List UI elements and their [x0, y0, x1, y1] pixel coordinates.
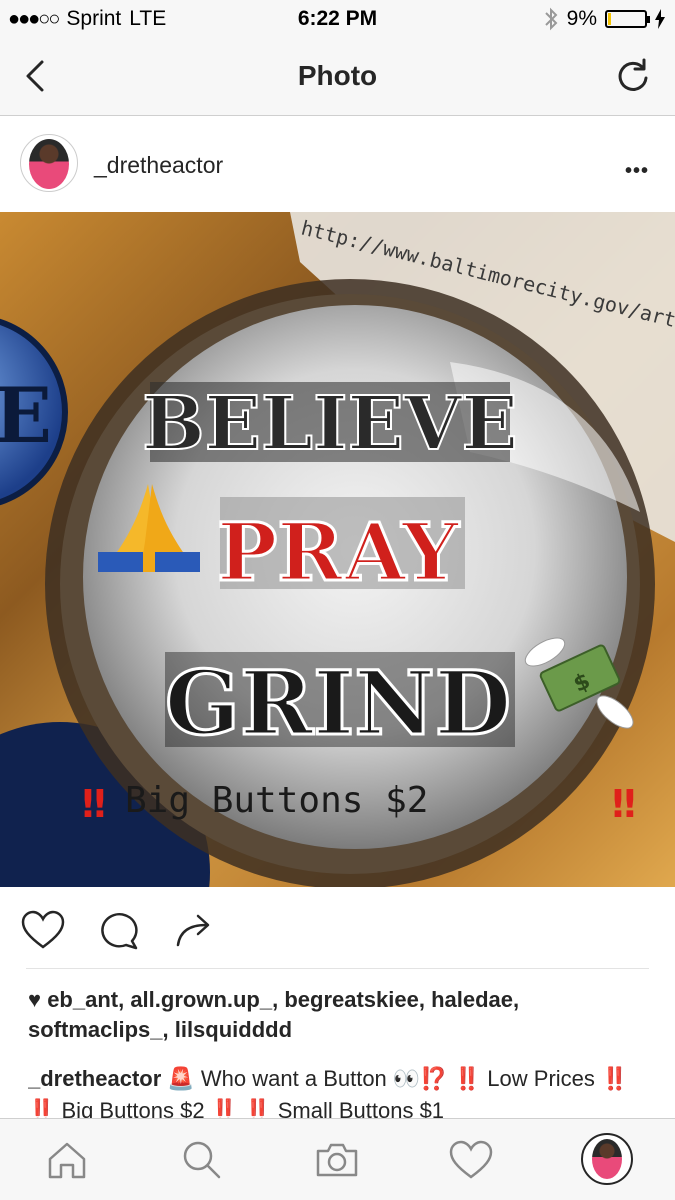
avatar[interactable]	[20, 134, 78, 192]
refresh-icon[interactable]	[613, 56, 653, 96]
profile-tab-avatar[interactable]	[581, 1133, 633, 1185]
tab-bar	[0, 1118, 675, 1200]
battery-percent: 9%	[566, 7, 597, 30]
photo-artwork: http://www.baltimorecity.gov/arts/Cookie…	[0, 212, 675, 887]
post-header: _dretheactor •••	[0, 116, 675, 212]
camera-icon[interactable]	[314, 1137, 360, 1183]
post-actions	[0, 887, 675, 969]
comment-icon[interactable]	[96, 909, 142, 951]
caption-username[interactable]: _dretheactor	[28, 1066, 161, 1091]
battery-fill	[608, 13, 611, 25]
activity-heart-icon[interactable]	[448, 1137, 494, 1183]
bangbang-left-icon: ‼	[82, 782, 106, 826]
post-username[interactable]: _dretheactor	[94, 152, 223, 179]
actions-divider	[26, 968, 649, 969]
navigation-bar: Photo	[0, 38, 675, 116]
battery-icon	[605, 10, 650, 28]
blue-button-letter: E	[0, 371, 52, 460]
grind-text: GRIND	[165, 651, 511, 755]
caption: _dretheactor 🚨 Who want a Button 👀⁉️ ‼️ …	[28, 1063, 648, 1118]
status-right: 9%	[543, 7, 665, 31]
bangbang-right-icon: ‼	[612, 782, 636, 826]
more-options-icon[interactable]: •••	[625, 160, 649, 183]
charging-icon	[655, 9, 665, 29]
likes-text[interactable]: eb_ant, all.grown.up_, begreatskiee, hal…	[28, 987, 519, 1042]
page-title: Photo	[297, 60, 378, 91]
footer-text: Big Buttons $2	[125, 780, 428, 821]
small-heart-icon: ♥	[28, 987, 42, 1012]
believe-text: BELIEVE	[142, 381, 518, 467]
status-bar: ●●●○○ Sprint LTE 6:22 PM 9%	[0, 0, 675, 38]
home-icon[interactable]	[44, 1137, 90, 1183]
post-photo[interactable]: http://www.baltimorecity.gov/arts/Cookie…	[0, 212, 675, 887]
pray-text: PRAY	[217, 505, 460, 599]
bluetooth-icon	[544, 7, 558, 31]
share-icon[interactable]	[172, 909, 218, 951]
profile-avatar-photo	[592, 1139, 622, 1179]
likes-line[interactable]: ♥ eb_ant, all.grown.up_, begreatskiee, h…	[28, 985, 648, 1045]
search-icon[interactable]	[178, 1137, 224, 1183]
avatar-photo	[29, 139, 69, 189]
heart-icon[interactable]	[20, 909, 66, 951]
